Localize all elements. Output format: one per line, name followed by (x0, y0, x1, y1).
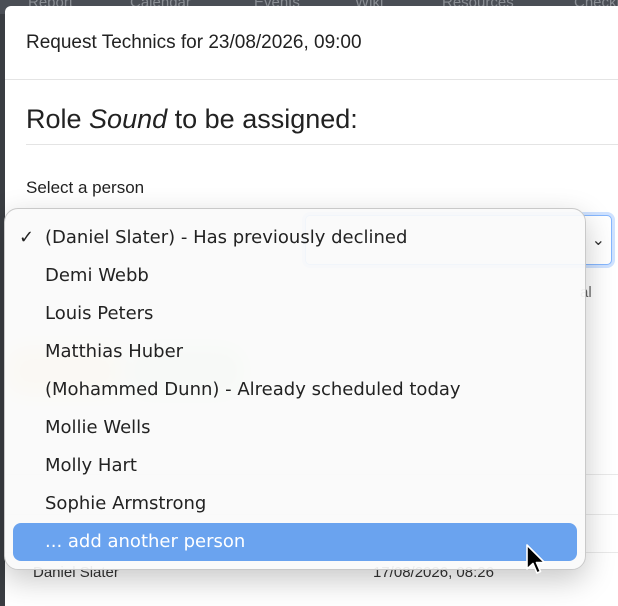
option-sophie-armstrong[interactable]: Sophie Armstrong (13, 485, 577, 523)
option-matthias-huber[interactable]: Matthias Huber (13, 333, 577, 371)
modal-title: Request Technics for 23/08/2026, 09:00 (26, 32, 362, 53)
option-molly-hart[interactable]: Molly Hart (13, 447, 577, 485)
option-mohammed-dunn[interactable]: (Mohammed Dunn) - Already scheduled toda… (13, 371, 577, 409)
mouse-pointer-icon (526, 544, 546, 574)
option-label: Louis Peters (45, 303, 154, 324)
option-label: (Mohammed Dunn) - Already scheduled toda… (45, 379, 461, 400)
option-label: ... add another person (45, 531, 246, 552)
select-person-label: Select a person (26, 178, 145, 197)
option-label: Matthias Huber (45, 341, 184, 362)
option-demi-webb[interactable]: Demi Webb (13, 257, 577, 295)
option-label: (Daniel Slater) - Has previously decline… (45, 227, 408, 248)
option-label: Molly Hart (45, 455, 137, 476)
chevron-down-icon: ⌄ (591, 232, 605, 249)
option-label: Sophie Armstrong (45, 493, 207, 514)
heading-divider (26, 144, 618, 145)
checkmark-icon: ✓ (19, 227, 35, 248)
role-heading-suffix: to be assigned: (174, 104, 358, 134)
option-louis-peters[interactable]: Louis Peters (13, 295, 577, 333)
role-heading-prefix: Role (26, 104, 82, 134)
option-add-another-person[interactable]: ... add another person (13, 523, 577, 561)
option-daniel-slater[interactable]: ✓ (Daniel Slater) - Has previously decli… (13, 219, 577, 257)
person-dropdown-list: ✓ (Daniel Slater) - Has previously decli… (4, 208, 586, 570)
modal-header: Request Technics for 23/08/2026, 09:00 (5, 6, 618, 80)
option-label: Demi Webb (45, 265, 149, 286)
role-name: Sound (89, 104, 168, 134)
role-heading: Role Sound to be assigned: (26, 104, 358, 135)
option-mollie-wells[interactable]: Mollie Wells (13, 409, 577, 447)
option-label: Mollie Wells (45, 417, 151, 438)
